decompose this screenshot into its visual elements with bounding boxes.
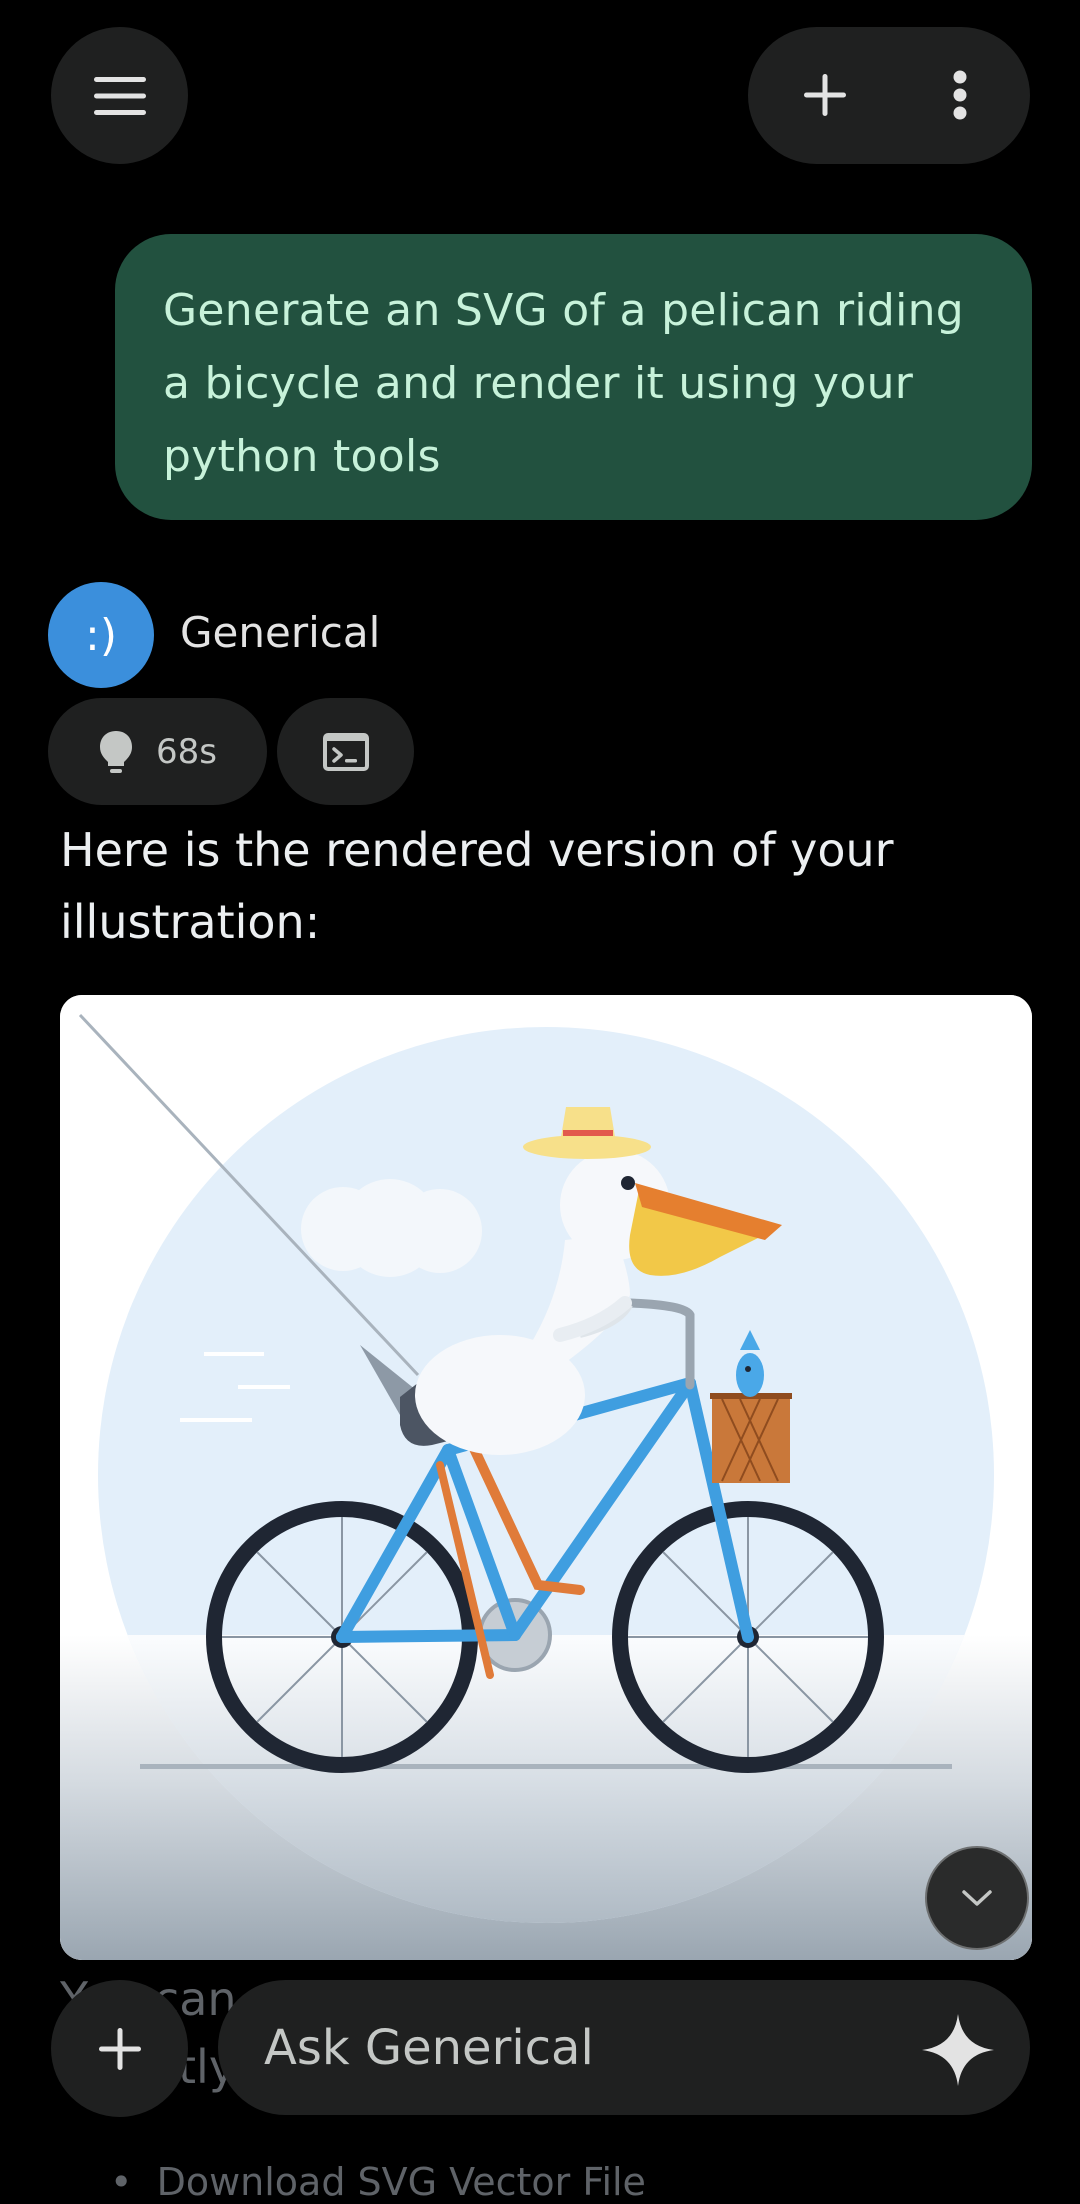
more-options-button[interactable] bbox=[905, 40, 1015, 150]
lightbulb-icon bbox=[100, 730, 132, 773]
avatar-text: :) bbox=[85, 609, 117, 661]
followup-bullet: • Download SVG Vector File bbox=[110, 2160, 646, 2204]
followup-bullet-label: Download SVG Vector File bbox=[156, 2160, 646, 2204]
bullet-dot: • bbox=[110, 2160, 157, 2204]
assistant-name: Generical bbox=[180, 608, 381, 657]
menu-button[interactable] bbox=[51, 27, 188, 164]
pelican-bicycle-illustration bbox=[60, 995, 1032, 1960]
user-message-text: Generate an SVG of a pelican riding a bi… bbox=[163, 285, 965, 482]
spark-button[interactable] bbox=[918, 2010, 998, 2090]
plus-icon bbox=[98, 2027, 141, 2070]
chevron-down-icon bbox=[962, 1890, 992, 1906]
rendered-image-card[interactable] bbox=[60, 995, 1032, 1960]
thinking-time-chip[interactable]: 68s bbox=[48, 698, 267, 805]
ask-input[interactable]: Ask Generical bbox=[218, 1980, 1030, 2115]
thinking-time-label: 68s bbox=[156, 731, 217, 772]
composer-add-button[interactable] bbox=[51, 1980, 188, 2117]
user-message-bubble[interactable]: Generate an SVG of a pelican riding a bi… bbox=[115, 234, 1032, 520]
sparkle-icon bbox=[922, 2014, 994, 2086]
terminal-icon bbox=[322, 732, 369, 771]
hamburger-menu-icon bbox=[93, 76, 146, 115]
avatar: :) bbox=[48, 582, 154, 688]
new-chat-button[interactable] bbox=[770, 40, 880, 150]
ask-input-placeholder: Ask Generical bbox=[264, 2019, 594, 2076]
plus-icon bbox=[804, 74, 846, 116]
code-execution-chip[interactable] bbox=[277, 698, 414, 805]
more-vert-icon bbox=[953, 70, 967, 120]
assistant-response-text: Here is the rendered version of your ill… bbox=[60, 823, 894, 949]
scroll-down-button[interactable] bbox=[925, 1846, 1029, 1950]
